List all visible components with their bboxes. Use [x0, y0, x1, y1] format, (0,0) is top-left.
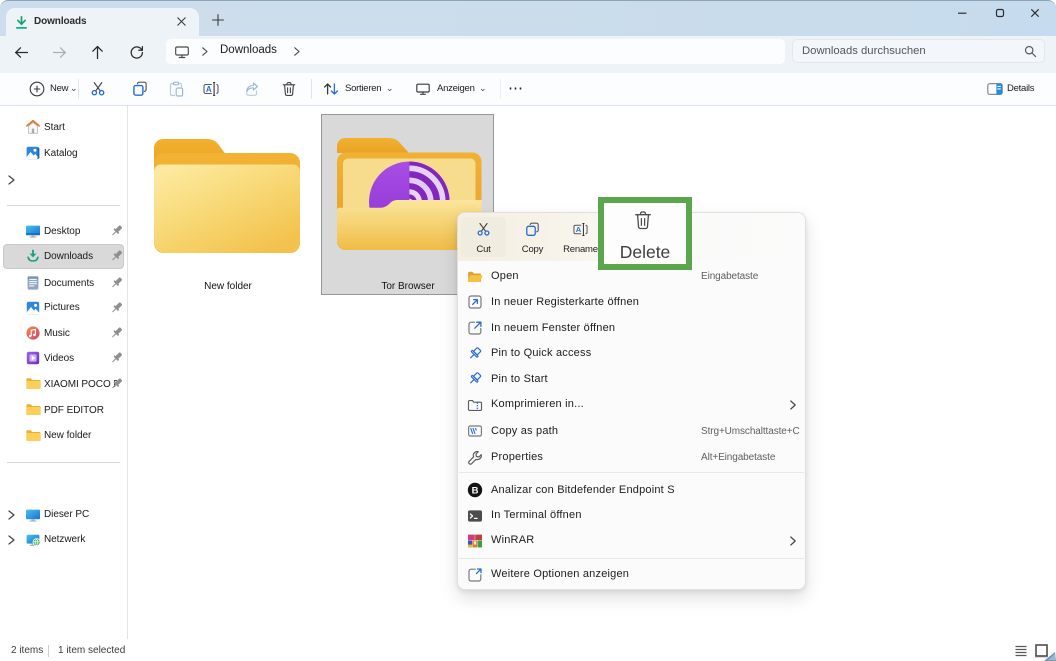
svg-text:A: A [206, 85, 212, 94]
svg-text:A: A [576, 225, 582, 234]
svg-text:B: B [472, 485, 479, 496]
